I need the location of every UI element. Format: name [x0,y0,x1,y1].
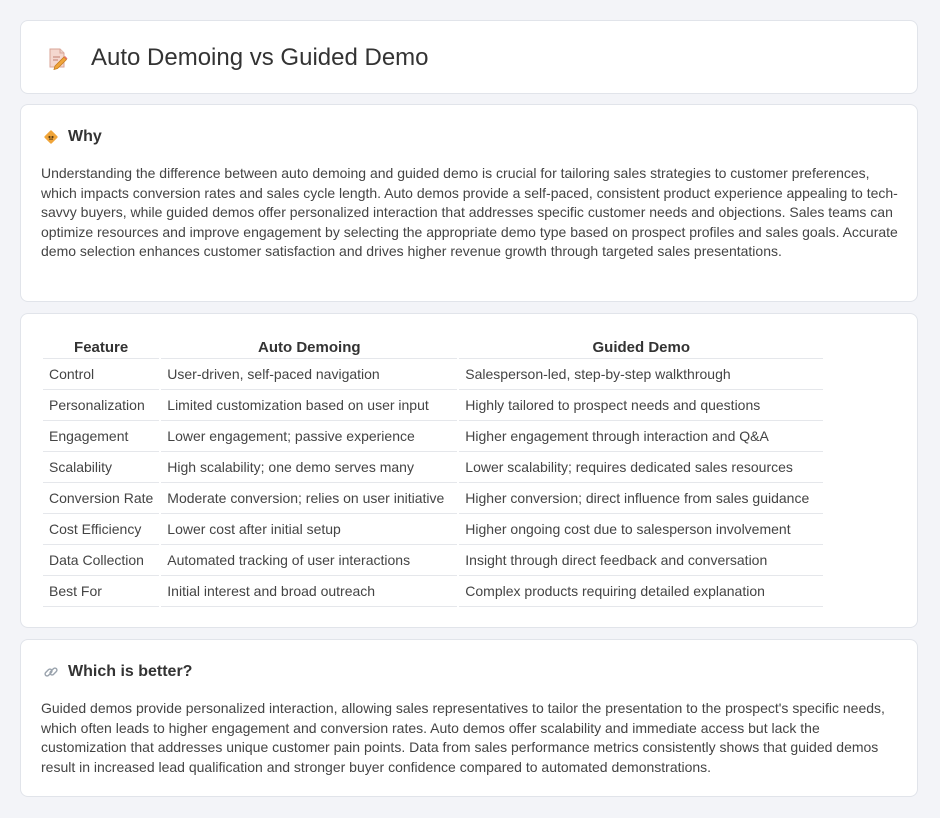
table-header-row: Feature Auto Demoing Guided Demo [43,334,824,359]
auto-cell: Initial interest and broad outreach [161,576,458,607]
auto-cell: Limited customization based on user inpu… [161,390,458,421]
guided-cell: Lower scalability; requires dedicated sa… [459,452,824,483]
auto-cell: Moderate conversion; relies on user init… [161,483,458,514]
better-heading-label: Which is better? [68,663,193,680]
better-text: Guided demos provide personalized intera… [41,700,885,775]
feature-cell: Data Collection [43,545,160,576]
header-guided-demo: Guided Demo [459,334,824,359]
table-row: Conversion Rate Moderate conversion; rel… [43,483,824,514]
table-row: Personalization Limited customization ba… [43,390,824,421]
table-row: Best For Initial interest and broad outr… [43,576,824,607]
table-row: Scalability High scalability; one demo s… [43,452,824,483]
why-section: Why Understanding the difference between… [20,104,918,302]
header-feature: Feature [43,334,160,359]
guided-cell: Higher engagement through interaction an… [459,421,824,452]
feature-cell: Personalization [43,390,160,421]
comparison-table: Feature Auto Demoing Guided Demo Control… [41,334,825,607]
page-title: Auto Demoing vs Guided Demo [91,44,429,71]
which-is-better-section: Which is better? Guided demos provide pe… [20,639,918,797]
auto-cell: High scalability; one demo serves many [161,452,458,483]
guided-cell: Highly tailored to prospect needs and qu… [459,390,824,421]
table-row: Data Collection Automated tracking of us… [43,545,824,576]
why-text: Understanding the difference between aut… [41,165,898,259]
feature-cell: Cost Efficiency [43,514,160,545]
feature-cell: Engagement [43,421,160,452]
why-heading: Why [43,128,102,146]
feature-cell: Best For [43,576,160,607]
table-row: Engagement Lower engagement; passive exp… [43,421,824,452]
guided-cell: Higher ongoing cost due to salesperson i… [459,514,824,545]
header-auto-demoing: Auto Demoing [161,334,458,359]
guided-cell: Salesperson-led, step-by-step walkthroug… [459,359,824,390]
link-icon [43,664,59,680]
comparison-table-card: Feature Auto Demoing Guided Demo Control… [20,313,918,628]
table-row: Control User-driven, self-paced navigati… [43,359,824,390]
feature-cell: Scalability [43,452,160,483]
auto-cell: Lower cost after initial setup [161,514,458,545]
guided-cell: Complex products requiring detailed expl… [459,576,824,607]
pencil-document-icon [45,46,69,71]
auto-cell: Automated tracking of user interactions [161,545,458,576]
guided-cell: Higher conversion; direct influence from… [459,483,824,514]
auto-cell: User-driven, self-paced navigation [161,359,458,390]
title-card: Auto Demoing vs Guided Demo [20,20,918,94]
guided-cell: Insight through direct feedback and conv… [459,545,824,576]
better-heading: Which is better? [43,663,192,681]
bulb-diamond-icon [43,129,59,145]
feature-cell: Control [43,359,160,390]
why-heading-label: Why [68,128,102,145]
auto-cell: Lower engagement; passive experience [161,421,458,452]
table-row: Cost Efficiency Lower cost after initial… [43,514,824,545]
feature-cell: Conversion Rate [43,483,160,514]
title-row: Auto Demoing vs Guided Demo [45,21,429,95]
